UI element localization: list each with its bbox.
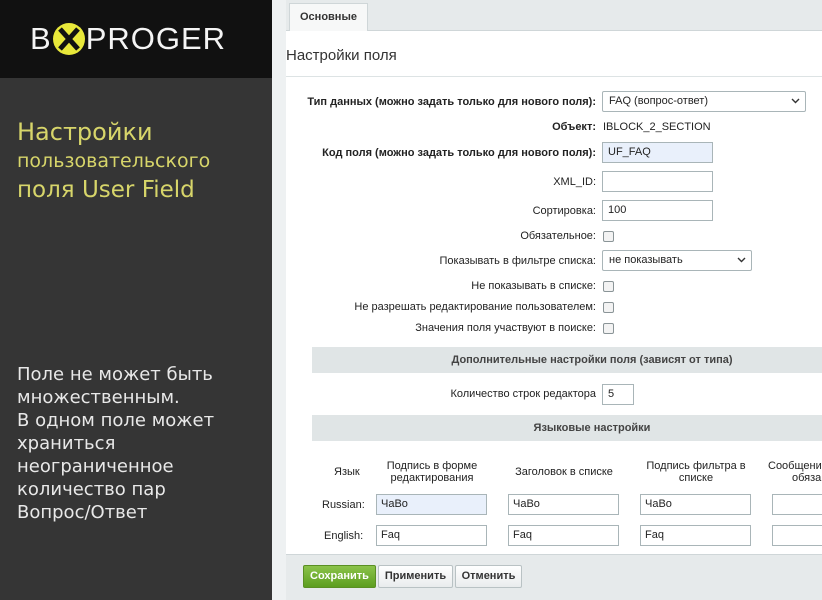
- section-title: Настройки поля: [286, 47, 397, 64]
- show-filter-value: не показывать: [609, 254, 683, 266]
- col-head-list-header: Заголовок в списке: [515, 466, 613, 478]
- chevron-down-icon: [791, 98, 800, 104]
- lang-row-label-english: English:: [324, 530, 364, 542]
- object-label: Объект:: [552, 121, 596, 133]
- col-head-message: Сообщение обяза: [768, 460, 822, 484]
- xml-id-label: XML_ID:: [553, 176, 596, 188]
- promo-panel: B PROGER Настройки пользовательского пол…: [0, 0, 272, 600]
- data-type-value: FAQ (вопрос-ответ): [609, 95, 709, 107]
- col-head-edit-form-line: редактирования: [390, 472, 474, 484]
- editor-rows-label: Количество строк редактора: [450, 388, 596, 400]
- data-type-select[interactable]: FAQ (вопрос-ответ): [602, 91, 806, 112]
- required-label: Обязательное:: [520, 230, 596, 242]
- chevron-down-icon: [737, 257, 746, 263]
- promo-description-line: количество пар: [17, 479, 166, 500]
- hide-in-list-checkbox[interactable]: [603, 281, 614, 292]
- promo-description-line: множественным.: [17, 387, 180, 408]
- admin-panel: Основные Настройки поля Тип данных (можн…: [272, 0, 822, 600]
- filter-label-input-russian[interactable]: ЧаВо: [640, 494, 751, 515]
- extra-settings-heading: Дополнительные настройки поля (зависят о…: [312, 347, 822, 373]
- sort-label: Сортировка:: [532, 205, 596, 217]
- list-header-input-english[interactable]: Faq: [508, 525, 619, 546]
- xml-id-input[interactable]: [602, 171, 713, 192]
- data-type-label: Тип данных (можно задать только для ново…: [307, 96, 596, 108]
- language-settings-heading-text: Языковые настройки: [533, 422, 651, 434]
- sort-input[interactable]: 100: [602, 200, 713, 221]
- promo-description-line: неограниченное: [17, 456, 174, 477]
- col-head-edit-form: Подпись в форме редактирования: [376, 460, 488, 484]
- col-head-message-line: Сообщение: [768, 460, 822, 472]
- field-code-input[interactable]: UF_FAQ: [602, 142, 713, 163]
- promo-description-line: Вопрос/Ответ: [17, 502, 148, 523]
- col-head-filter-label-line: списке: [678, 472, 714, 484]
- tab-strip: Основные: [286, 0, 822, 31]
- col-head-lang: Язык: [334, 466, 360, 478]
- field-code-label: Код поля (можно задать только для нового…: [322, 147, 596, 159]
- filter-label-input-english[interactable]: Faq: [640, 525, 751, 546]
- show-filter-label: Показывать в фильтре списка:: [439, 255, 597, 267]
- no-user-edit-label: Не разрешать редактирование пользователе…: [354, 301, 596, 313]
- tab-main[interactable]: Основные: [289, 3, 368, 31]
- promo-title: Настройки пользовательского поля User Fi…: [17, 118, 262, 205]
- list-header-input-russian[interactable]: ЧаВо: [508, 494, 619, 515]
- no-user-edit-checkbox[interactable]: [603, 302, 614, 313]
- language-settings-heading: Языковые настройки: [312, 415, 822, 441]
- message-input-russian[interactable]: [772, 494, 822, 515]
- editor-rows-input[interactable]: 5: [602, 384, 634, 405]
- cancel-button[interactable]: Отменить: [455, 565, 522, 588]
- extra-settings-heading-text: Дополнительные настройки поля (зависят о…: [451, 354, 733, 366]
- required-checkbox[interactable]: [603, 231, 614, 242]
- apply-button[interactable]: Применить: [378, 565, 453, 588]
- save-button[interactable]: Сохранить: [303, 565, 376, 588]
- title-divider: [286, 76, 822, 77]
- logo-text-right: PROGER: [85, 21, 227, 56]
- promo-title-line: поля User Field: [17, 177, 195, 203]
- col-head-message-line: обяза: [792, 472, 822, 484]
- promo-title-line: пользовательского: [17, 150, 211, 172]
- promo-description-line: Поле не может быть: [17, 364, 213, 385]
- hide-in-list-label: Не показывать в списке:: [471, 280, 596, 292]
- edit-form-input-russian[interactable]: ЧаВо: [376, 494, 487, 515]
- object-value: IBLOCK_2_SECTION: [603, 121, 711, 133]
- logo-text-left: B: [30, 21, 52, 56]
- col-head-filter-label: Подпись фильтра в списке: [640, 460, 752, 484]
- show-filter-select[interactable]: не показывать: [602, 250, 752, 271]
- logo-bar: B PROGER: [0, 0, 272, 78]
- edit-form-input-english[interactable]: Faq: [376, 525, 487, 546]
- lang-row-label-russian: Russian:: [322, 499, 365, 511]
- col-head-edit-form-line: Подпись в форме: [386, 460, 478, 472]
- searchable-checkbox[interactable]: [603, 323, 614, 334]
- col-head-filter-label-line: Подпись фильтра в: [646, 460, 746, 472]
- promo-description-line: храниться: [17, 433, 116, 454]
- promo-title-line: Настройки: [17, 118, 153, 146]
- promo-description: Поле не может быть множественным. В одно…: [17, 363, 262, 524]
- promo-description-line: В одном поле может: [17, 410, 215, 431]
- logo-x-icon: [52, 23, 85, 55]
- message-input-english[interactable]: [772, 525, 822, 546]
- searchable-label: Значения поля участвуют в поиске:: [415, 322, 596, 334]
- brand-logo: B PROGER: [30, 20, 226, 58]
